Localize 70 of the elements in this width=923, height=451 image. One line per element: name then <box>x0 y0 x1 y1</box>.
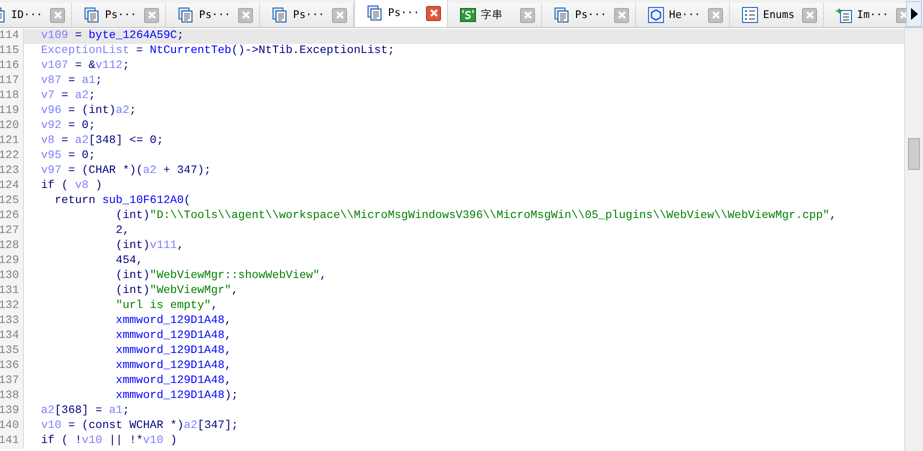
tab[interactable]: Enums <box>730 3 824 27</box>
code-line: return sub_10F612A0( <box>54 194 191 209</box>
code-line: (int)v111, <box>116 239 184 254</box>
code-line: if ( v8 ) <box>41 179 102 194</box>
close-icon <box>900 11 906 19</box>
code-line: xmmword_129D1A48, <box>116 359 232 374</box>
code-line: v10 = (const WCHAR *)a2[347]; <box>41 419 238 434</box>
close-button[interactable] <box>144 8 159 22</box>
close-button[interactable] <box>614 8 629 22</box>
scrollbar[interactable] <box>904 28 923 451</box>
close-button[interactable] <box>802 8 817 22</box>
code-line: xmmword_129D1A48, <box>116 344 232 359</box>
code-line: xmmword_129D1A48, <box>116 329 232 344</box>
document-icon <box>272 7 288 23</box>
code-line: v8 = a2[348] <= 0; <box>41 134 164 149</box>
close-icon <box>712 11 720 19</box>
code-line: xmmword_129D1A48, <box>116 374 232 389</box>
code-line: 2, <box>116 224 130 239</box>
close-icon <box>806 11 814 19</box>
close-icon <box>242 11 250 19</box>
close-icon <box>148 11 156 19</box>
code-line: (int)"WebViewMgr", <box>116 284 238 299</box>
close-button[interactable] <box>238 8 253 22</box>
code-line: (int)"D:\\Tools\\agent\\workspace\\MicroMsgWindowsV396\\MicroMsgWin\\05_plugins\\WebView\\WebViewMgr.cpp", <box>116 209 836 224</box>
code-line: "url is empty", <box>116 299 218 314</box>
tab[interactable]: Ps··· <box>260 3 354 27</box>
tab[interactable]: Ps··· <box>72 3 166 27</box>
document-icon <box>84 7 100 23</box>
scrollbar-thumb[interactable] <box>908 138 920 170</box>
tab[interactable]: Ps··· <box>542 3 636 27</box>
close-button[interactable] <box>426 6 441 20</box>
close-button[interactable] <box>708 8 723 22</box>
code-line: v97 = (CHAR *)(a2 + 347); <box>41 164 211 179</box>
document-icon <box>367 5 383 21</box>
tab[interactable]: He··· <box>636 3 730 27</box>
code-line: v96 = (int)a2; <box>41 104 136 119</box>
code-line: v109 = byte_1264A59C; <box>41 29 184 44</box>
import-list-icon <box>836 7 852 23</box>
hexagon-icon <box>648 7 664 23</box>
scroll-right-button[interactable] <box>906 1 922 27</box>
close-button[interactable] <box>50 8 65 22</box>
tab[interactable]: Im··· <box>824 3 906 27</box>
code-line: v92 = 0; <box>41 119 96 134</box>
code-line: (int)"WebViewMgr::showWebView", <box>116 269 327 284</box>
tab[interactable]: Ps··· <box>166 3 260 27</box>
code-line: xmmword_129D1A48, <box>116 314 232 329</box>
close-icon <box>524 11 532 19</box>
close-icon <box>618 11 626 19</box>
code-line: v107 = &v112; <box>41 59 130 74</box>
list-icon <box>742 7 758 23</box>
code-line: v87 = a1; <box>41 74 102 89</box>
code-line: 454, <box>116 254 143 269</box>
string-icon <box>460 7 476 23</box>
code-line: if ( !v10 || !*v10 ) <box>41 434 178 449</box>
code-line: xmmword_129D1A48); <box>116 389 238 404</box>
tab[interactable]: ID··· <box>0 3 72 27</box>
close-button[interactable] <box>332 8 347 22</box>
close-button[interactable] <box>520 8 535 22</box>
document-icon <box>554 7 570 23</box>
tab[interactable]: 字串 <box>448 3 542 27</box>
close-icon <box>54 11 62 19</box>
code-line: a2[368] = a1; <box>41 404 130 419</box>
tab[interactable]: Ps··· <box>354 0 448 27</box>
document-icon <box>178 7 194 23</box>
close-icon <box>430 9 438 17</box>
code-line: ExceptionList = NtCurrentTeb()->NtTib.ExceptionList; <box>41 44 395 59</box>
close-icon <box>336 11 344 19</box>
code-line: v7 = a2; <box>41 89 96 104</box>
arrow-right-icon <box>910 8 918 20</box>
code-line: v95 = 0; <box>41 149 96 164</box>
